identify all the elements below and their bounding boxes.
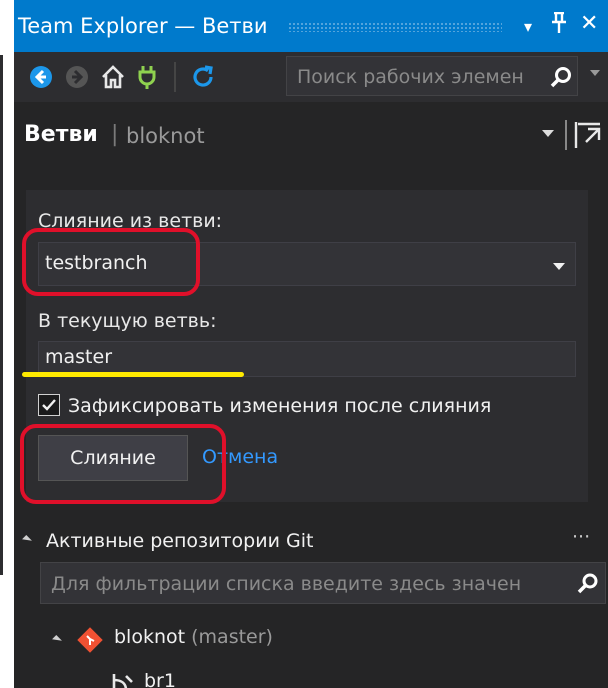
forward-icon[interactable] bbox=[64, 64, 90, 90]
toolbar bbox=[14, 52, 608, 102]
page-title: Ветви bbox=[24, 122, 98, 147]
title-bar: Team Explorer — Ветви ▾ ✕ bbox=[14, 0, 608, 52]
yellow-underline-annotation bbox=[22, 372, 244, 377]
branch-icon bbox=[110, 672, 136, 688]
expand-triangle-icon[interactable] bbox=[52, 635, 62, 645]
collapse-triangle-icon[interactable] bbox=[22, 535, 32, 545]
merge-into-branch-value: master bbox=[45, 346, 113, 368]
commit-after-merge-checkbox[interactable] bbox=[38, 394, 60, 416]
left-edge-strip bbox=[0, 55, 3, 575]
toolbar-separator bbox=[174, 62, 176, 92]
back-icon[interactable] bbox=[28, 64, 54, 90]
red-annotation-circle-source bbox=[22, 228, 200, 296]
window-menu-dropdown-icon[interactable]: ▾ bbox=[524, 15, 532, 39]
branch-name: br1 bbox=[144, 670, 176, 688]
home-icon[interactable] bbox=[100, 64, 126, 90]
window-title: Team Explorer — Ветви bbox=[18, 14, 268, 38]
commit-after-merge-label[interactable]: Зафиксировать изменения после слияния bbox=[68, 395, 491, 417]
search-icon[interactable] bbox=[549, 65, 573, 89]
connect-icon[interactable] bbox=[134, 64, 160, 90]
page-header: Ветви | bloknot bbox=[14, 104, 608, 164]
chevron-down-icon[interactable] bbox=[553, 263, 565, 270]
refresh-icon[interactable] bbox=[190, 64, 216, 90]
merge-into-label: В текущую ветвь: bbox=[38, 310, 217, 332]
close-icon[interactable]: ✕ bbox=[580, 12, 598, 36]
branch-item[interactable]: br1 bbox=[110, 668, 310, 688]
search-options-dropdown-icon[interactable] bbox=[590, 70, 600, 76]
repo-current-branch: (master) bbox=[191, 626, 273, 648]
repo-item[interactable]: bloknot (master) bbox=[52, 624, 594, 656]
work-item-search bbox=[286, 56, 578, 96]
active-repos-header[interactable]: Активные репозитории Git ··· bbox=[14, 522, 608, 562]
work-item-search-input[interactable] bbox=[295, 63, 531, 91]
undock-icon[interactable] bbox=[572, 118, 602, 148]
active-repos-title: Активные репозитории Git bbox=[46, 530, 314, 552]
checkmark-icon bbox=[42, 399, 56, 411]
repository-name: bloknot bbox=[126, 124, 205, 148]
page-menu-dropdown-icon[interactable] bbox=[542, 130, 554, 137]
team-explorer-panel: Team Explorer — Ветви ▾ ✕ Поиск рабочих … bbox=[14, 0, 608, 688]
repo-filter bbox=[40, 562, 606, 604]
pin-icon[interactable] bbox=[550, 11, 568, 40]
repo-filter-input[interactable] bbox=[49, 570, 563, 598]
red-annotation-circle-button bbox=[20, 424, 226, 504]
header-separator bbox=[565, 120, 567, 150]
search-icon[interactable] bbox=[577, 572, 599, 594]
title-bar-grip[interactable] bbox=[288, 22, 502, 32]
more-options-icon[interactable]: ··· bbox=[572, 526, 590, 548]
title-separator: | bbox=[111, 122, 119, 147]
repo-name: bloknot (master) bbox=[114, 626, 273, 648]
git-repo-icon bbox=[76, 626, 104, 654]
left-edge bbox=[0, 0, 14, 688]
